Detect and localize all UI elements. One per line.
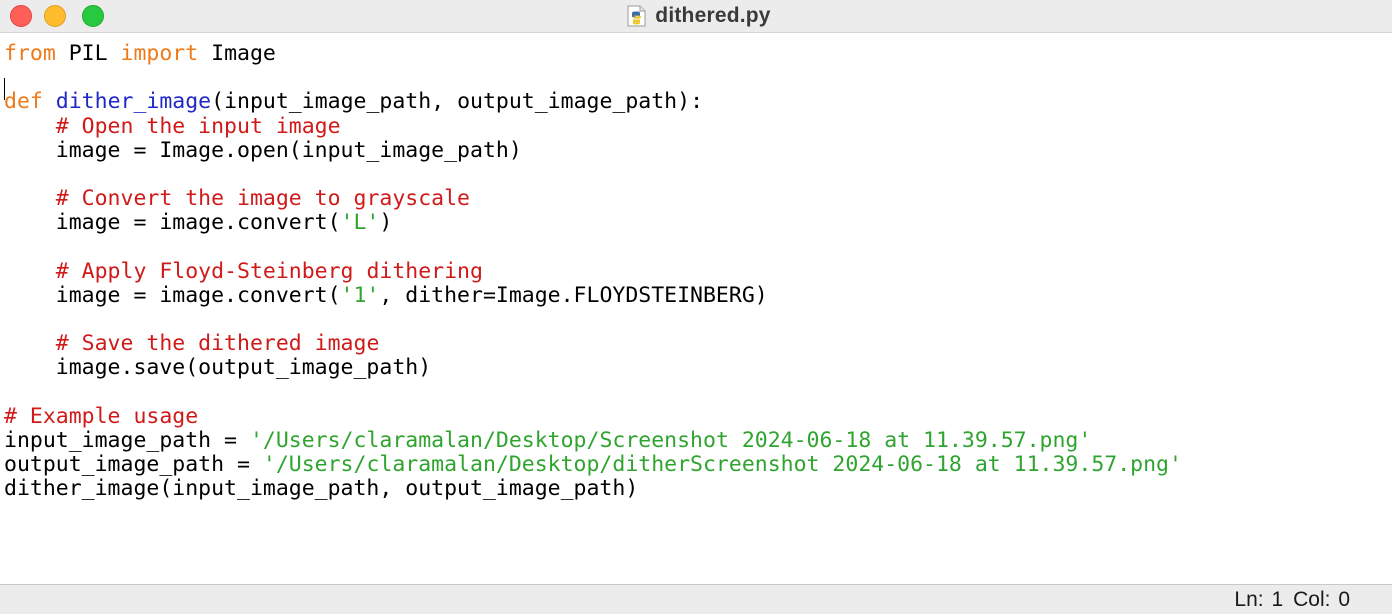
comment-token: # Save the dithered image — [55, 331, 380, 357]
code-token: ) — [379, 210, 393, 236]
code-token: Image — [198, 41, 276, 66]
string-token: 'L' — [340, 210, 380, 236]
code-line[interactable]: # Open the input image — [4, 113, 1182, 139]
code-line[interactable]: output_image_path = '/Users/claramalan/D… — [4, 453, 1182, 477]
code-line[interactable]: from PIL import Image — [4, 41, 1182, 66]
code-token: image.save(output_image_path) — [4, 355, 432, 381]
keyword-token: import — [120, 41, 199, 66]
code-line[interactable]: image = image.convert('L') — [4, 211, 1182, 235]
comment-token: # Open the input image — [55, 113, 341, 139]
code-line[interactable] — [4, 66, 1182, 90]
keyword-token: from — [4, 41, 56, 66]
title-bar[interactable]: dithered.py — [0, 0, 1392, 33]
string-token: '1' — [340, 282, 380, 308]
code-line[interactable]: image = image.convert('1', dither=Image.… — [4, 282, 1182, 308]
code-token: image = image.convert( — [4, 282, 341, 308]
editor-window: dithered.py from PIL import Image def di… — [0, 0, 1392, 614]
string-token: '/Users/claramalan/Desktop/Screenshot 20… — [249, 428, 1092, 453]
python-file-icon — [627, 5, 646, 27]
status-bar: Ln: 1 Col: 0 — [0, 584, 1392, 614]
code-token: PIL — [55, 41, 121, 66]
keyword-token: def — [4, 89, 43, 115]
code-line[interactable]: # Save the dithered image — [4, 332, 1182, 356]
comment-token: # Example usage — [4, 403, 199, 429]
code-token: output_image_path = — [4, 452, 263, 478]
comment-token: # Convert the image to grayscale — [55, 186, 470, 212]
code-line[interactable]: # Apply Floyd-Steinberg dithering — [4, 258, 1182, 284]
window-title-group: dithered.py — [0, 0, 1392, 32]
code-line[interactable]: image.save(output_image_path) — [4, 356, 1182, 380]
code-line[interactable] — [4, 308, 1182, 332]
code-token: dither_image(input_image_path, output_im… — [4, 476, 639, 502]
code-line[interactable]: # Example usage — [4, 403, 1182, 429]
code-line[interactable]: image = Image.open(input_image_path) — [4, 137, 1182, 163]
function-name-token: dither_image — [55, 89, 212, 115]
code-token: image = Image.open(input_image_path) — [4, 137, 522, 163]
cursor-position: Ln: 1 Col: 0 — [1234, 588, 1350, 612]
column-number: Col: 0 — [1293, 588, 1350, 611]
comment-token: # Apply Floyd-Steinberg dithering — [55, 258, 483, 284]
window-title: dithered.py — [655, 4, 771, 27]
code-editor[interactable]: from PIL import Image def dither_image(i… — [0, 33, 1392, 584]
code-line[interactable]: dither_image(input_image_path, output_im… — [4, 477, 1182, 501]
code-token: input_image_path = — [4, 428, 250, 453]
code-text[interactable]: from PIL import Image def dither_image(i… — [4, 41, 1182, 502]
string-token: '/Users/claramalan/Desktop/ditherScreens… — [262, 452, 1182, 478]
code-line[interactable] — [4, 236, 1182, 260]
code-line[interactable]: input_image_path = '/Users/claramalan/De… — [4, 428, 1182, 453]
code-line[interactable] — [4, 381, 1182, 405]
code-line[interactable]: def dither_image(input_image_path, outpu… — [4, 90, 1182, 114]
code-token: , dither=Image.FLOYDSTEINBERG) — [379, 282, 768, 308]
code-line[interactable]: # Convert the image to grayscale — [4, 187, 1182, 211]
code-token: image = image.convert( — [4, 210, 341, 236]
code-token: (input_image_path, output_image_path): — [211, 89, 704, 115]
line-number: Ln: 1 — [1234, 588, 1284, 611]
code-line[interactable] — [4, 163, 1182, 187]
